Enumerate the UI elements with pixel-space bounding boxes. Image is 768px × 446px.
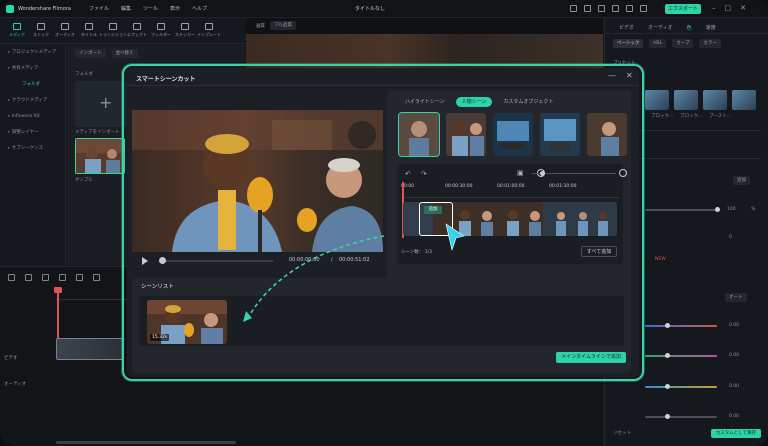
dashed-arrow-overlay [243,223,465,322]
dashed-arrow-line [247,235,385,319]
cursor-pointer-icon [445,223,465,252]
app-window: Wondershare Filmora ファイル 編集 ツール 表示 ヘルプ タ… [0,0,768,446]
arrow-head-icon [243,311,252,322]
